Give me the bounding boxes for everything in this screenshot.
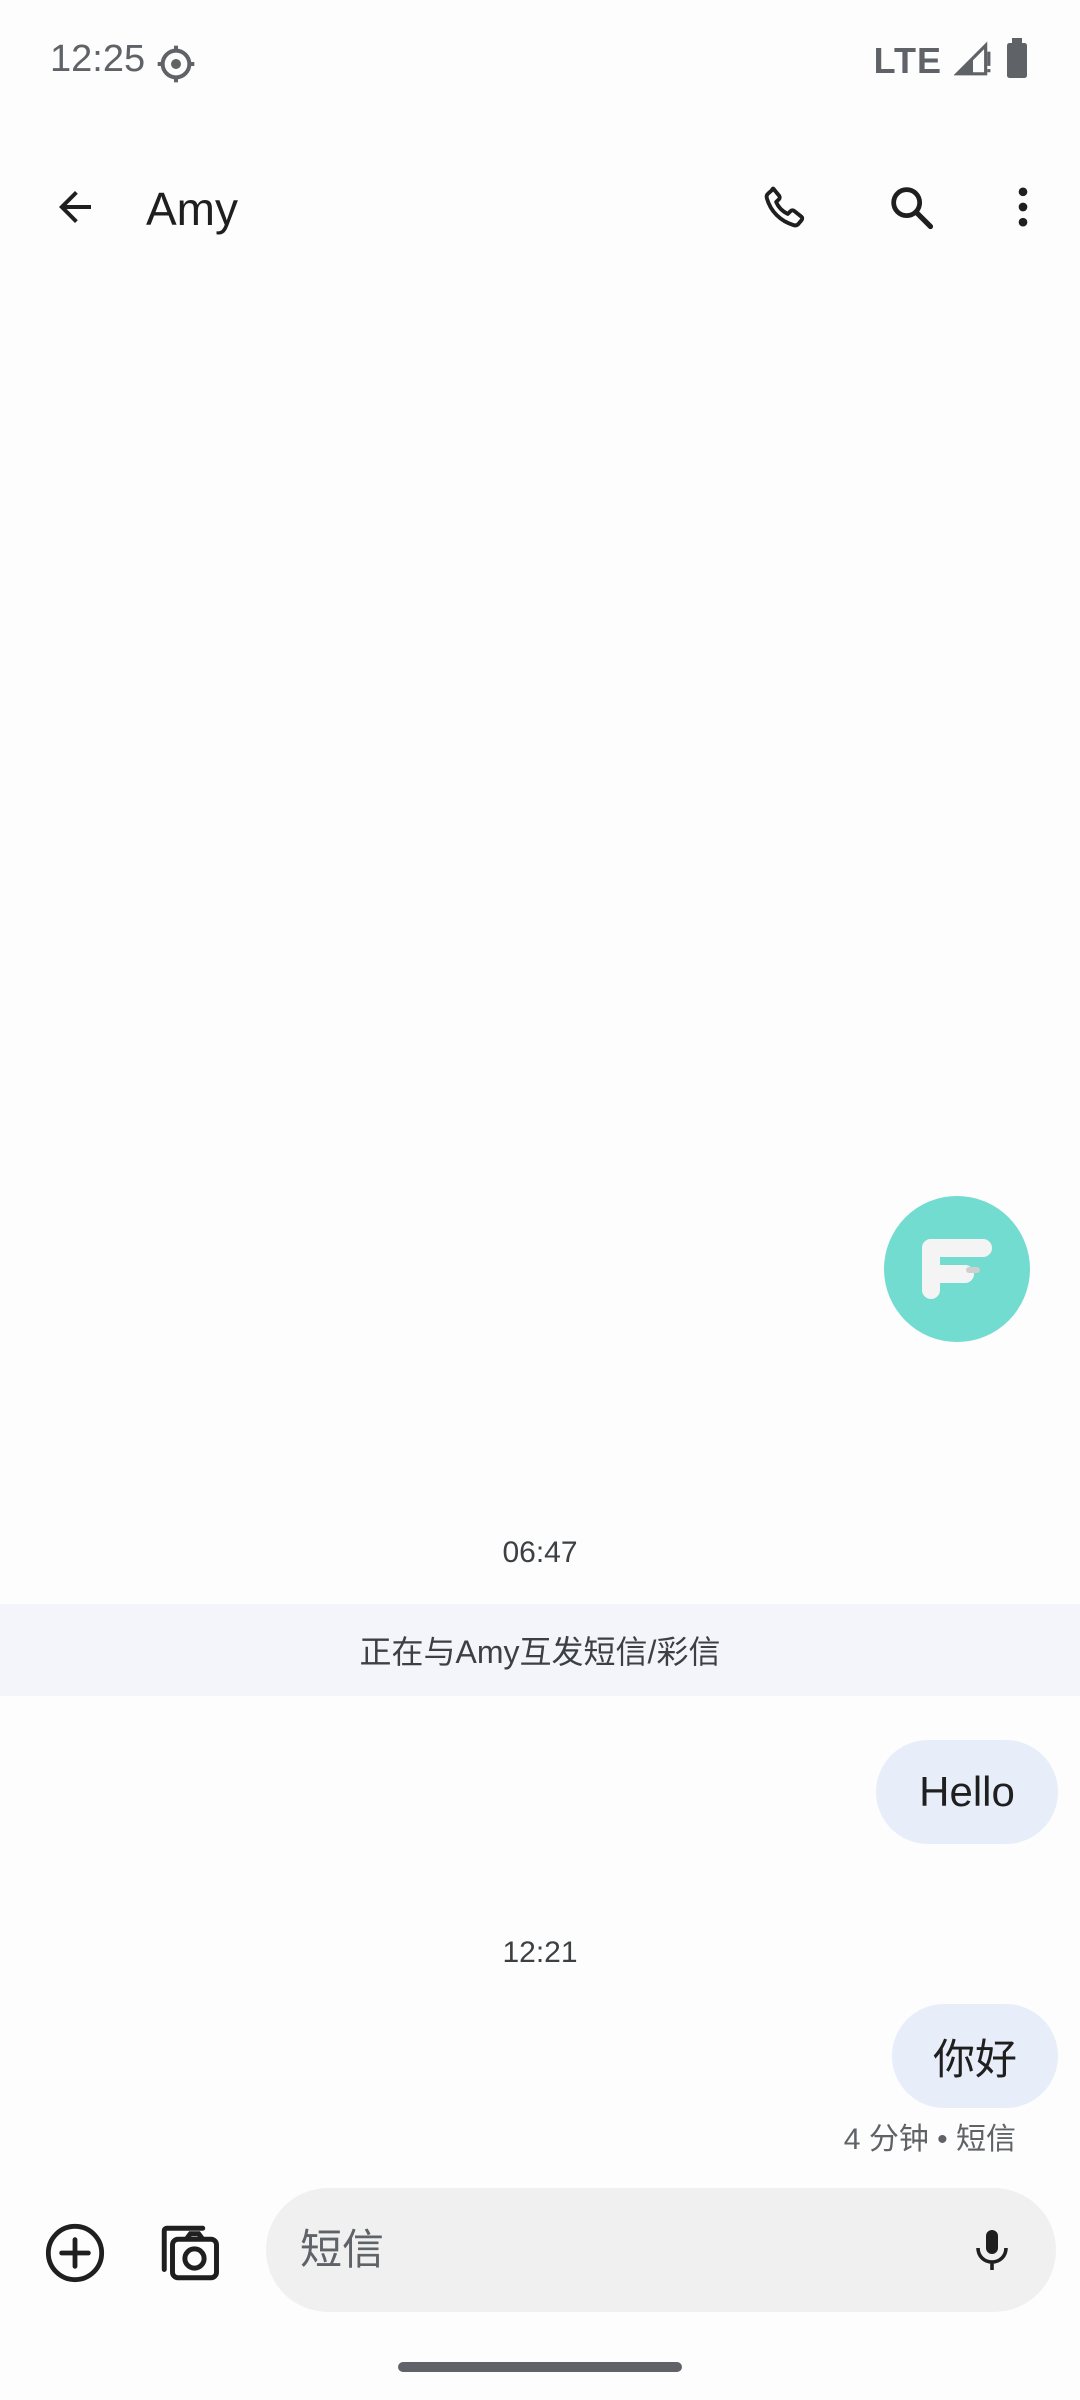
attach-button[interactable] xyxy=(38,2216,112,2290)
voice-input-button[interactable] xyxy=(958,2216,1026,2284)
status-time: 12:25 xyxy=(50,38,146,80)
search-icon xyxy=(891,187,934,230)
gallery-camera-icon xyxy=(161,2225,219,2281)
signal-icon xyxy=(953,39,992,82)
compose-bar xyxy=(266,2188,1056,2312)
more-vert-icon xyxy=(1018,187,1028,227)
message-bubble-sent[interactable]: 你好 xyxy=(892,2004,1058,2108)
network-type: LTE xyxy=(873,39,942,81)
floating-assistant-button[interactable] xyxy=(884,1196,1030,1342)
battery-icon xyxy=(1004,38,1030,83)
conversation-info-banner: 正在与Amy互发短信/彩信 xyxy=(0,1604,1080,1696)
f-logo-icon xyxy=(922,1239,992,1299)
timestamp-divider: 06:47 xyxy=(502,1536,578,1569)
message-status: 4 分钟 • 短信 xyxy=(843,2123,1016,2156)
mic-icon xyxy=(976,2230,1008,2270)
back-button[interactable] xyxy=(40,172,110,242)
phone-icon xyxy=(764,186,805,228)
conversation-title: Amy xyxy=(146,183,238,235)
search-button[interactable] xyxy=(876,172,946,242)
gallery-camera-button[interactable] xyxy=(150,2214,228,2292)
more-options-button[interactable] xyxy=(988,172,1058,242)
timestamp-divider: 12:21 xyxy=(502,1936,578,1969)
status-icons: LTE xyxy=(874,38,1030,83)
gesture-home-bar[interactable] xyxy=(398,2362,682,2372)
add-circle-icon xyxy=(45,2223,105,2283)
settings-gear-icon xyxy=(156,44,196,84)
arrow-back-icon xyxy=(59,191,91,223)
message-input[interactable] xyxy=(300,2215,880,2285)
message-bubble-sent[interactable]: Hello xyxy=(876,1740,1058,1844)
call-button[interactable] xyxy=(750,172,820,242)
